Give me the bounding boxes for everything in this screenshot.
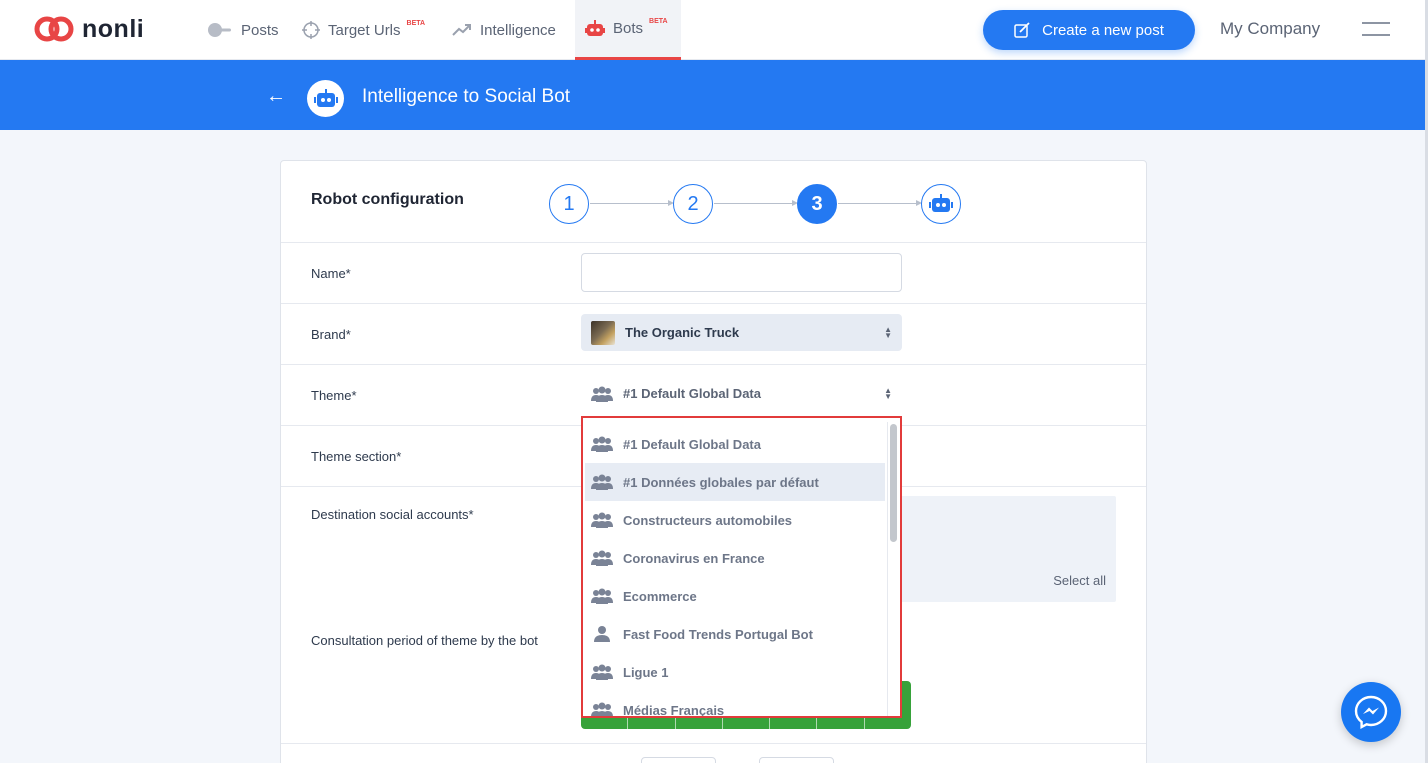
step-final-bot[interactable] (921, 184, 961, 224)
nav-posts-label: Posts (241, 21, 279, 39)
theme-option[interactable]: Constructeurs automobiles (585, 501, 885, 539)
nonli-logo-icon (34, 16, 74, 42)
messenger-icon (1354, 695, 1388, 729)
step-connector (590, 200, 674, 206)
theme-option-label: #1 Données globales par défaut (623, 474, 819, 490)
back-arrow-icon[interactable]: ← (266, 86, 286, 106)
page-header-banner: ← Intelligence to Social Bot (0, 60, 1425, 130)
card-title: Robot configuration (311, 191, 464, 208)
theme-option[interactable]: Ecommerce (585, 577, 885, 615)
divider (281, 303, 1146, 304)
theme-option[interactable]: #1 Données globales par défaut (585, 463, 885, 501)
nav-bots-label: Bots (613, 20, 644, 37)
messenger-chat-button[interactable] (1341, 682, 1401, 742)
theme-option-label: Ligue 1 (623, 664, 669, 680)
theme-option-label: Coronavirus en France (623, 550, 765, 566)
theme-option[interactable]: #1 Default Global Data (585, 425, 885, 463)
beta-badge: BETA (649, 18, 668, 25)
divider (281, 242, 1146, 243)
nav-target-urls-label: Target Urls (328, 21, 401, 39)
logo-text: nonli (82, 14, 145, 43)
nav-posts[interactable]: Posts (207, 0, 279, 60)
theme-option-label: Fast Food Trends Portugal Bot (623, 626, 813, 642)
beta-badge: BETA (406, 19, 426, 27)
select-arrows-icon: ▲ ▼ (884, 324, 892, 340)
theme-select[interactable]: #1 Default Global Data ▲ ▼ (581, 375, 902, 412)
step-2[interactable]: 2 (673, 184, 713, 224)
group-icon (591, 386, 613, 402)
create-post-label: Create a new post (1042, 21, 1164, 39)
posts-icon (208, 23, 231, 37)
target-icon (302, 21, 320, 39)
theme-option-label: Constructeurs automobiles (623, 512, 793, 528)
group-icon (591, 702, 613, 716)
theme-option[interactable]: Ligue 1 (585, 653, 885, 691)
theme-option[interactable]: Médias Français (585, 691, 885, 718)
destination-label: Destination social accounts* (311, 507, 474, 522)
trend-icon (452, 24, 471, 36)
group-icon (591, 436, 613, 452)
theme-label: Theme* (311, 388, 357, 403)
theme-value: #1 Default Global Data (623, 386, 761, 401)
robot-icon (313, 88, 338, 107)
nav-bots[interactable]: Bots BETA (575, 0, 681, 60)
divider (281, 743, 1146, 744)
brand-label: Brand* (311, 327, 351, 342)
divider (281, 364, 1146, 365)
top-navbar: nonli Posts Target Urls BETA Intelligenc… (0, 0, 1428, 60)
group-icon (591, 474, 613, 490)
robot-icon (929, 194, 953, 212)
hamburger-menu-icon[interactable] (1362, 22, 1390, 46)
theme-dropdown-list[interactable]: #1 Default Global Data #1 Données global… (581, 416, 902, 718)
theme-option-label: Ecommerce (623, 588, 697, 604)
company-menu[interactable]: My Company (1220, 19, 1320, 39)
user-icon (594, 626, 610, 642)
group-icon (591, 550, 613, 566)
group-icon (591, 588, 613, 604)
scrollbar-thumb[interactable] (890, 424, 897, 542)
group-icon (591, 512, 613, 528)
group-icon (591, 664, 613, 680)
nav-intelligence-label: Intelligence (480, 21, 556, 39)
step-3[interactable]: 3 (797, 184, 837, 224)
theme-option[interactable]: Coronavirus en France (585, 539, 885, 577)
step-1[interactable]: 1 (549, 184, 589, 224)
nav-target-urls[interactable]: Target Urls BETA (302, 0, 425, 60)
theme-option[interactable]: Fast Food Trends Portugal Bot (585, 615, 885, 653)
bot-avatar (307, 80, 344, 117)
consultation-label: Consultation period of theme by the bot (311, 633, 538, 648)
theme-section-label: Theme section* (311, 449, 402, 464)
nav-intelligence[interactable]: Intelligence (452, 0, 556, 60)
create-post-button[interactable]: Create a new post (983, 10, 1195, 50)
name-input[interactable] (581, 253, 902, 292)
page-title: Intelligence to Social Bot (362, 86, 571, 107)
nonli-logo[interactable]: nonli (34, 13, 144, 45)
theme-option-label: #1 Default Global Data (623, 436, 761, 452)
brand-thumbnail (591, 320, 615, 345)
previous-button[interactable] (641, 757, 716, 763)
theme-option-label: Médias Français (623, 702, 725, 718)
edit-icon (1014, 22, 1030, 38)
name-label: Name* (311, 266, 351, 281)
next-button[interactable] (759, 757, 834, 763)
select-all-link[interactable]: Select all (1053, 573, 1106, 588)
step-connector (714, 200, 798, 206)
brand-value: The Organic Truck (625, 325, 740, 340)
select-arrows-icon: ▲ ▼ (884, 385, 892, 401)
dropdown-scrollbar[interactable] (887, 422, 898, 716)
step-connector (838, 200, 922, 206)
robot-icon (585, 19, 605, 36)
brand-select[interactable]: The Organic Truck ▲ ▼ (581, 314, 902, 351)
